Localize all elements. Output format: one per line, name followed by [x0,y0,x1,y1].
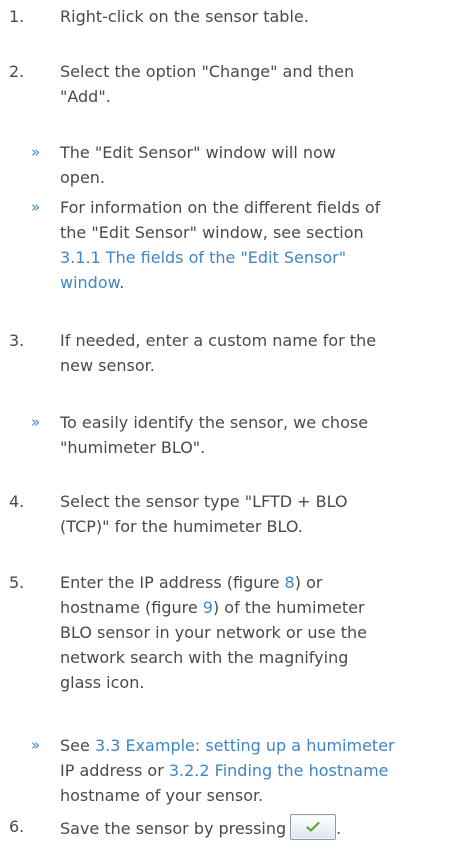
bullet-icon: » [31,413,41,431]
step-text: Right-click on the sensor table. [60,7,309,26]
step-text: If needed, enter a custom name for the n… [60,331,377,375]
section-link-3-1-1-cont[interactable]: window [60,273,119,292]
step-text: Select the sensor type "LFTD + BLO (TCP)… [60,492,348,536]
step-text: Save the sensor by pressing. [60,814,468,841]
save-button[interactable] [290,814,337,840]
figure-link-9[interactable]: 9 [203,598,213,617]
bullet-icon: » [31,736,41,754]
bullet-icon: » [31,198,41,216]
step-number: 4. [9,492,25,511]
instruction-page: 1. Right-click on the sensor table. 2. S… [0,0,468,859]
step-number: 5. [9,573,25,592]
step-text: Enter the IP address (figure 8) or hostn… [60,573,368,692]
note-text: See 3.3 Example: setting up a humimeter … [60,736,395,805]
section-link-3-1-1[interactable]: 3.1.1 The fields of the "Edit Sensor" [60,248,346,267]
step-text: Select the option "Change" and then "Add… [60,62,355,106]
step-number: 6. [9,817,25,836]
section-link-3-3[interactable]: 3.3 Example: setting up a humimeter [95,736,395,755]
section-link-3-2-2[interactable]: 3.2.2 Finding the hostname [169,761,389,780]
step-number: 1. [9,7,25,26]
step-number: 3. [9,331,25,350]
checkmark-icon [306,821,320,832]
note-text: To easily identify the sensor, we chose … [60,413,369,457]
bullet-icon: » [31,143,41,161]
note-text: The "Edit Sensor" window will now open. [60,143,336,187]
step-number: 2. [9,62,25,81]
figure-link-8[interactable]: 8 [285,573,295,592]
note-text: For information on the different fields … [60,198,381,292]
